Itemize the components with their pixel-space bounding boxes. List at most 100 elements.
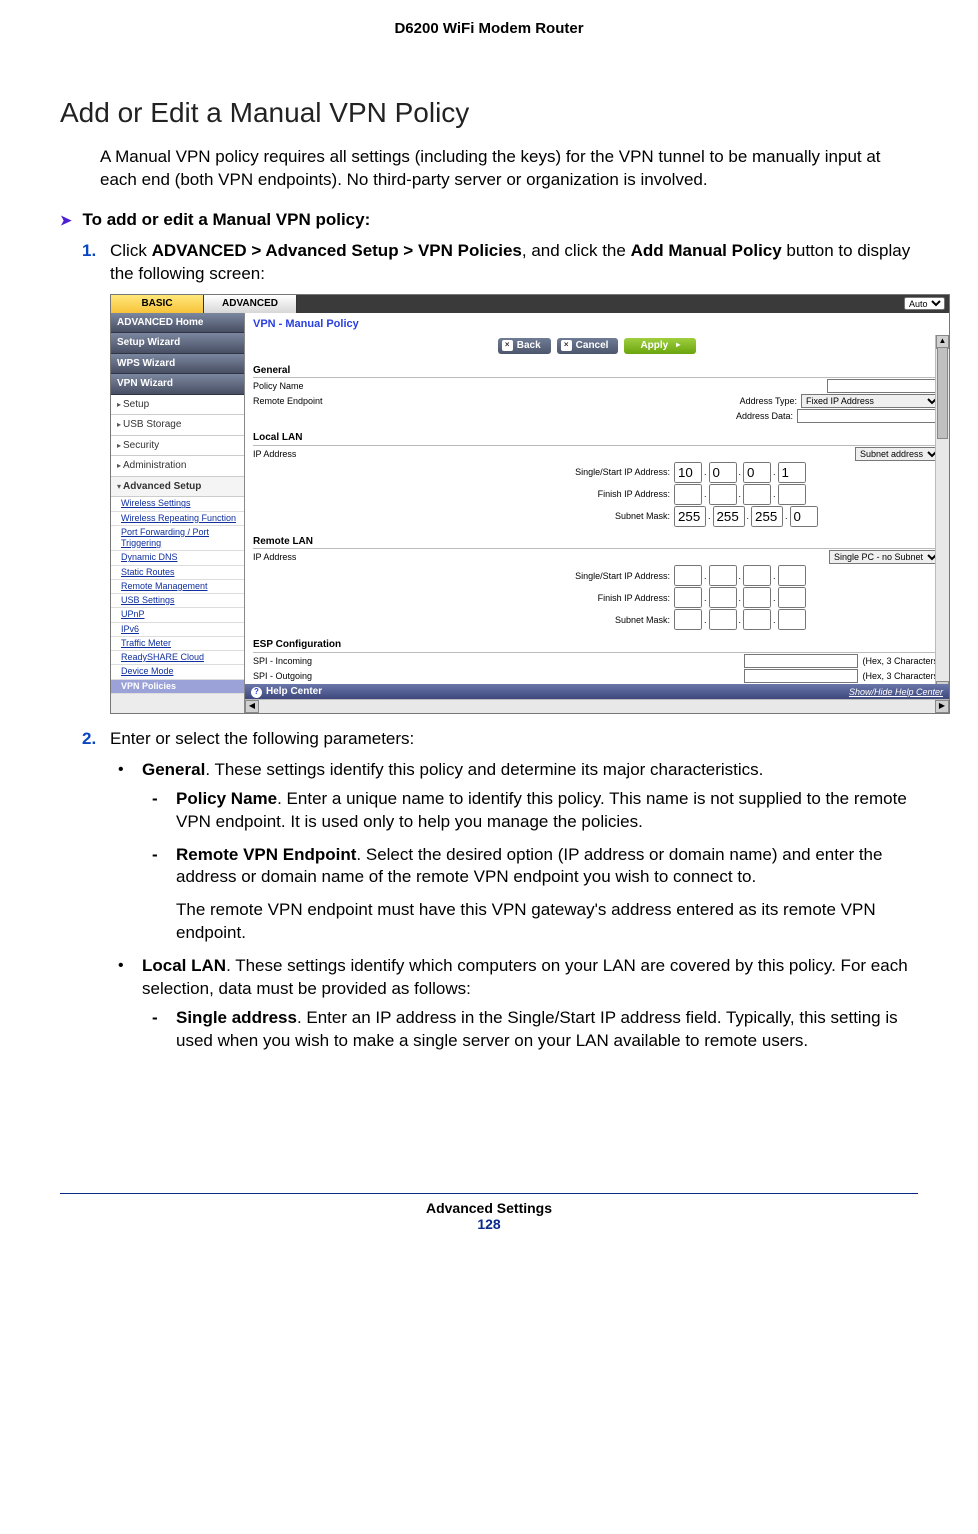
sidebar-sub-remote-management[interactable]: Remote Management [111, 580, 244, 594]
step-1-number: 1. [82, 240, 96, 263]
sidebar-sub-traffic-meter[interactable]: Traffic Meter [111, 637, 244, 651]
label-local-mask: Subnet Mask: [520, 510, 674, 522]
label-remote-ip: IP Address [253, 551, 363, 563]
sidebar-item-usb-storage[interactable]: ▸USB Storage [111, 415, 244, 436]
label-local-ip: IP Address [253, 448, 363, 460]
chevron-right-icon: ▸ [117, 420, 121, 429]
sidebar-setup-wizard[interactable]: Setup Wizard [111, 333, 244, 354]
page-footer: Advanced Settings 128 [60, 1193, 918, 1232]
input-local-mask-a[interactable] [674, 506, 706, 527]
bullet-local-lan-tail: . These settings identify which computer… [142, 956, 908, 998]
tab-advanced[interactable]: ADVANCED [204, 295, 297, 313]
chevron-right-icon: ▸ [117, 400, 121, 409]
input-spi-out[interactable] [744, 669, 858, 683]
sidebar-sub-usb-settings[interactable]: USB Settings [111, 594, 244, 608]
sidebar-sub-port-forwarding[interactable]: Port Forwarding / Port Triggering [111, 526, 244, 552]
scrollbar-vertical[interactable]: ▲ ▼ [935, 335, 949, 695]
scrollbar-horizontal[interactable]: ◀ ▶ [245, 699, 949, 713]
select-address-type[interactable]: Fixed IP Address [801, 394, 941, 408]
input-remote-ssip-b[interactable] [709, 565, 737, 586]
sidebar-vpn-wizard[interactable]: VPN Wizard [111, 374, 244, 395]
input-local-ssip-a[interactable] [674, 462, 702, 483]
sidebar-item-advanced-setup[interactable]: ▾Advanced Setup [111, 477, 244, 498]
help-toggle-link[interactable]: Show/Hide Help Center [849, 686, 943, 698]
input-remote-mask-b[interactable] [709, 609, 737, 630]
input-local-mask-c[interactable] [751, 506, 783, 527]
back-button[interactable]: ×Back [498, 338, 551, 354]
step-1-mid: , and click the [522, 241, 631, 260]
dash-policy-name-head: Policy Name [176, 789, 277, 808]
sidebar-item-security[interactable]: ▸Security [111, 436, 244, 457]
label-remote-mask: Subnet Mask: [520, 614, 674, 626]
input-local-ssip-d[interactable] [778, 462, 806, 483]
label-spi-in: SPI - Incoming [253, 655, 363, 667]
input-remote-ssip-d[interactable] [778, 565, 806, 586]
input-policy-name[interactable] [827, 379, 941, 393]
input-local-mask-d[interactable] [790, 506, 818, 527]
sidebar-sub-ipv6[interactable]: IPv6 [111, 623, 244, 637]
sidebar-sub-static-routes[interactable]: Static Routes [111, 566, 244, 580]
tab-basic[interactable]: BASIC [111, 295, 204, 313]
input-local-ssip-b[interactable] [709, 462, 737, 483]
sidebar-sub-vpn-policies[interactable]: VPN Policies [111, 680, 244, 694]
sidebar-sub-dynamic-dns[interactable]: Dynamic DNS [111, 551, 244, 565]
scroll-thumb[interactable] [937, 347, 948, 439]
hint-spi-in: (Hex, 3 Characters) [862, 655, 941, 667]
step-2: 2. Enter or select the following paramet… [82, 728, 918, 1053]
apply-button[interactable]: Apply▸ [624, 338, 696, 354]
cancel-button[interactable]: ×Cancel [557, 338, 619, 354]
chevron-down-icon: ▾ [117, 482, 121, 491]
input-remote-mask-d[interactable] [778, 609, 806, 630]
step-1: 1. Click ADVANCED > Advanced Setup > VPN… [82, 240, 918, 714]
chevron-right-icon: ▸ [117, 441, 121, 450]
arrow-icon: ➤ [60, 212, 72, 228]
sidebar-sub-readyshare[interactable]: ReadySHARE Cloud [111, 651, 244, 665]
select-local-lan-type[interactable]: Subnet address [855, 447, 941, 461]
scroll-left-icon[interactable]: ◀ [245, 700, 259, 713]
input-local-mask-b[interactable] [713, 506, 745, 527]
sidebar-wps-wizard[interactable]: WPS Wizard [111, 354, 244, 375]
dash-remote-endpoint-note: The remote VPN endpoint must have this V… [176, 899, 918, 945]
sidebar-sub-upnp[interactable]: UPnP [111, 608, 244, 622]
input-local-fip-c[interactable] [743, 484, 771, 505]
input-local-fip-a[interactable] [674, 484, 702, 505]
bullet-local-lan: Local LAN. These settings identify which… [110, 955, 918, 1053]
label-address-data: Address Data: [643, 410, 797, 422]
sidebar: ADVANCED Home Setup Wizard WPS Wizard VP… [111, 313, 245, 713]
input-remote-mask-a[interactable] [674, 609, 702, 630]
sidebar-sub-wireless-repeating[interactable]: Wireless Repeating Function [111, 512, 244, 526]
label-spi-out: SPI - Outgoing [253, 670, 363, 682]
input-local-fip-b[interactable] [709, 484, 737, 505]
sidebar-sub-device-mode[interactable]: Device Mode [111, 665, 244, 679]
help-center-bar[interactable]: ?Help Center Show/Hide Help Center [245, 684, 949, 700]
input-remote-mask-c[interactable] [743, 609, 771, 630]
section-local-lan: Local LAN [253, 431, 941, 446]
top-select[interactable]: Auto [904, 297, 945, 310]
input-remote-fip-d[interactable] [778, 587, 806, 608]
input-remote-fip-a[interactable] [674, 587, 702, 608]
sidebar-item-setup[interactable]: ▸Setup [111, 395, 244, 416]
sidebar-item-administration[interactable]: ▸Administration [111, 456, 244, 477]
footer-page-number: 128 [60, 1216, 918, 1232]
input-remote-fip-c[interactable] [743, 587, 771, 608]
breadcrumb: VPN - Manual Policy [245, 313, 949, 336]
dash-single-address: Single address. Enter an IP address in t… [142, 1007, 918, 1053]
input-remote-ssip-a[interactable] [674, 565, 702, 586]
help-icon: ? [251, 687, 262, 698]
main-panel: VPN - Manual Policy ×Back ×Cancel Apply▸… [245, 313, 949, 713]
input-local-fip-d[interactable] [778, 484, 806, 505]
input-address-data[interactable] [797, 409, 941, 423]
label-local-fip: Finish IP Address: [520, 488, 674, 500]
top-right-controls: Auto [904, 297, 945, 310]
input-spi-in[interactable] [744, 654, 858, 668]
close-icon: × [502, 340, 513, 351]
input-remote-ssip-c[interactable] [743, 565, 771, 586]
select-remote-lan-type[interactable]: Single PC - no Subnet [829, 550, 941, 564]
sidebar-advanced-home[interactable]: ADVANCED Home [111, 313, 244, 334]
input-remote-fip-b[interactable] [709, 587, 737, 608]
scroll-right-icon[interactable]: ▶ [935, 700, 949, 713]
label-remote-fip: Finish IP Address: [520, 592, 674, 604]
input-local-ssip-c[interactable] [743, 462, 771, 483]
dash-single-address-head: Single address [176, 1008, 297, 1027]
sidebar-sub-wireless-settings[interactable]: Wireless Settings [111, 497, 244, 511]
